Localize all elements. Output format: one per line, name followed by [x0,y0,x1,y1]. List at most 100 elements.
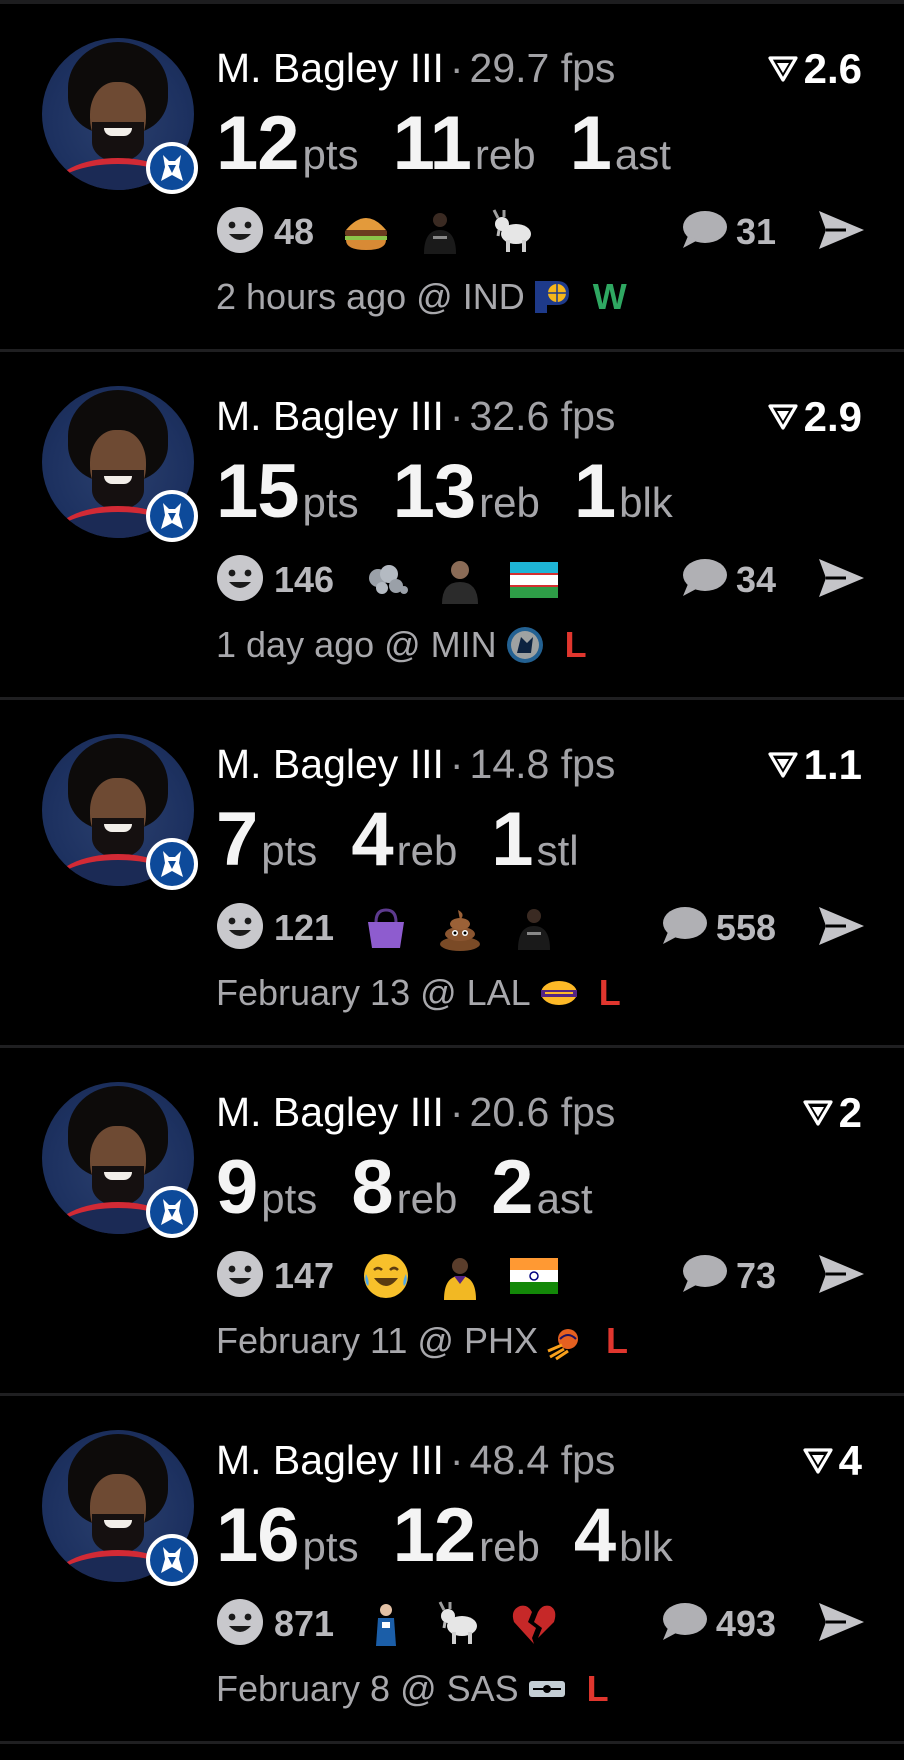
stat-value: 13 [392,449,477,534]
stat-label: reb [396,827,458,874]
game-result: W [592,276,627,317]
stat-line: 16 pts 12 reb 4 blk [216,1492,707,1582]
send-arrow-icon[interactable] [816,556,866,605]
mavericks-badge-icon [146,1186,198,1238]
smiley-face-icon [216,1250,264,1303]
comment-button[interactable]: 34 [680,558,816,603]
reaction-count: 121 [274,907,335,948]
feed-card[interactable]: M. Bagley III · 48.4 fps 4 16 pts 12 reb 4 blk 871… [0,1396,904,1744]
uzbekistan-flag-emoji[interactable] [508,554,560,606]
lakers-logo-icon [539,973,579,1013]
stat-label: reb [474,131,536,178]
game-info: 2 hours ago @ IND W [216,274,627,320]
down-triangle-icon [803,1088,839,1138]
stat-label: blk [619,479,673,526]
fantasy-points: 32.6 fps [469,393,616,439]
feed-card[interactable]: M. Bagley III · 29.7 fps 2.6 12 pts 11 reb 1 ast 4… [0,4,904,352]
down-triangle-icon [768,392,804,442]
stat-value: 11 [392,101,472,186]
card-header: M. Bagley III · 29.7 fps [216,42,615,94]
reactions-row: 871 493 [216,1596,866,1652]
speech-bubble-icon [680,1254,728,1299]
comment-button[interactable]: 493 [660,1602,816,1647]
reaction-count: 871 [274,1603,335,1644]
separator-dot: · [449,393,464,439]
player-mavs-emoji[interactable] [360,1598,412,1650]
stat-label: reb [479,479,540,526]
send-arrow-icon[interactable] [816,208,866,257]
react-button[interactable]: 146 [216,554,360,607]
feed-card[interactable]: M. Bagley III · 14.8 fps 1.1 7 pts 4 reb 1 stl 121… [0,700,904,1048]
delta-value: 2.6 [803,45,862,92]
react-button[interactable]: 147 [216,1250,360,1303]
broken-heart-emoji[interactable] [508,1598,560,1650]
goat-emoji[interactable] [434,1598,486,1650]
smiley-face-icon [216,554,264,607]
player-name[interactable]: M. Bagley III [216,741,444,787]
purse-emoji[interactable] [360,902,412,954]
stat-value: 16 [216,1493,300,1578]
game-time-opponent: February 11 @ PHX [216,1320,538,1361]
player-name[interactable]: M. Bagley III [216,45,444,91]
score-delta: 2 [803,1088,862,1138]
down-triangle-icon [803,1436,839,1486]
card-header: M. Bagley III · 20.6 fps [216,1086,615,1138]
game-info: February 8 @ SAS L [216,1666,609,1712]
tears-of-joy-emoji[interactable] [360,1250,412,1302]
player-name[interactable]: M. Bagley III [216,1089,444,1135]
comment-button[interactable]: 73 [680,1254,816,1299]
send-arrow-icon[interactable] [816,1600,866,1649]
stat-label: pts [261,827,318,874]
stat-value: 4 [573,1493,616,1578]
reaction-count: 147 [274,1255,335,1296]
feed-card[interactable]: M. Bagley III · 32.6 fps 2.9 15 pts 13 reb 1 blk 1… [0,352,904,700]
dash-emoji[interactable] [360,554,412,606]
player-name[interactable]: M. Bagley III [216,393,444,439]
poop-emoji[interactable] [434,902,486,954]
score-delta: 2.6 [768,44,862,94]
reaction-count: 48 [274,211,315,252]
comment-button[interactable]: 558 [660,906,816,951]
player-lakers-emoji[interactable] [434,1250,486,1302]
pacers-logo-icon [533,277,573,317]
person-emoji[interactable] [434,554,486,606]
score-delta: 2.9 [768,392,862,442]
mavericks-badge-icon [146,1534,198,1586]
stat-label: reb [479,1523,540,1570]
goat-emoji[interactable] [488,206,540,258]
react-button[interactable]: 121 [216,902,360,955]
game-time-opponent: February 13 @ LAL [216,972,531,1013]
game-result: L [598,972,621,1013]
separator-dot: · [449,45,464,91]
burger-emoji[interactable] [340,206,392,258]
player-nets-emoji[interactable] [508,902,560,954]
stat-value: 8 [351,1145,393,1230]
send-arrow-icon[interactable] [816,1252,866,1301]
feed-card[interactable]: M. Bagley III · 20.6 fps 2 9 pts 8 reb 2 ast 147 73… [0,1048,904,1396]
game-result: L [606,1320,628,1361]
smiley-face-icon [216,902,264,955]
speech-bubble-icon [680,210,728,255]
react-button[interactable]: 48 [216,206,340,259]
send-arrow-icon[interactable] [816,904,866,953]
card-header: M. Bagley III · 14.8 fps [216,738,615,790]
game-result: L [564,624,587,665]
comment-count: 493 [715,1603,776,1644]
feed: M. Bagley III · 29.7 fps 2.6 12 pts 11 reb 1 ast 4… [0,0,904,1744]
react-button[interactable]: 871 [216,1598,360,1651]
delta-value: 4 [838,1437,862,1484]
stat-label: pts [261,1175,318,1222]
comment-count: 73 [735,1255,776,1296]
stat-value: 12 [392,1493,477,1578]
player-nets-emoji[interactable] [414,206,466,258]
delta-value: 2 [838,1089,862,1136]
stat-line: 15 pts 13 reb 1 blk [216,448,707,538]
india-flag-emoji[interactable] [508,1250,560,1302]
score-delta: 1.1 [768,740,862,790]
player-name[interactable]: M. Bagley III [216,1437,444,1483]
stat-value: 1 [569,101,612,186]
fantasy-points: 29.7 fps [469,45,616,91]
score-delta: 4 [803,1436,862,1486]
separator-dot: · [449,1089,464,1135]
comment-button[interactable]: 31 [680,210,816,255]
